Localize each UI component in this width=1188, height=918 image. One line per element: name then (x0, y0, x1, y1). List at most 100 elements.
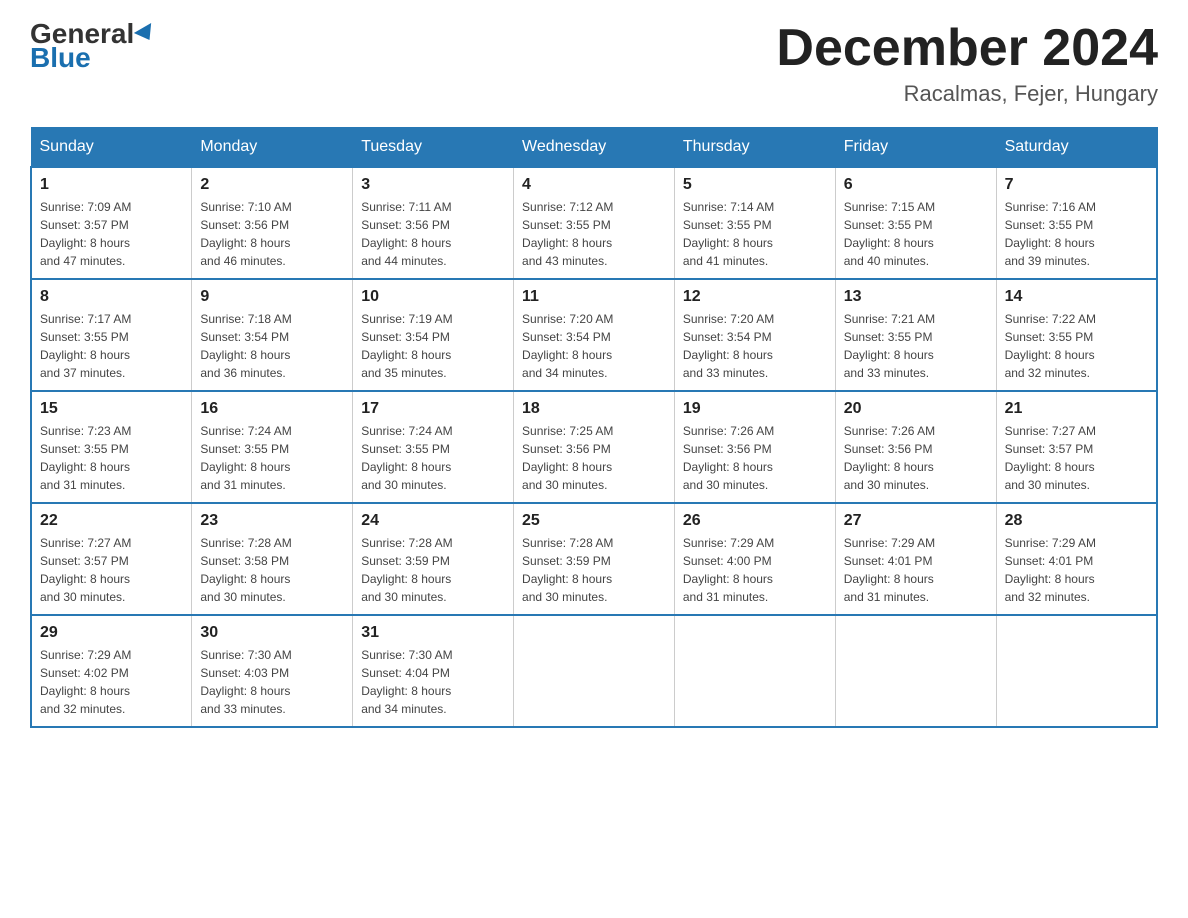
calendar-cell: 17 Sunrise: 7:24 AMSunset: 3:55 PMDayligh… (353, 391, 514, 503)
calendar-cell: 15Sunrise: 7:23 AMSunset: 3:55 PMDayligh… (31, 391, 192, 503)
day-header-friday: Friday (835, 128, 996, 168)
day-info: Sunrise: 7:29 AMSunset: 4:01 PMDaylight:… (844, 534, 988, 606)
day-header-sunday: Sunday (31, 128, 192, 168)
week-row-4: 22Sunrise: 7:27 AMSunset: 3:57 PMDayligh… (31, 503, 1157, 615)
calendar-cell: 4 Sunrise: 7:12 AMSunset: 3:55 PMDaylight… (514, 167, 675, 279)
calendar-cell: 29 Sunrise: 7:29 AMSunset: 4:02 PMDayligh… (31, 615, 192, 727)
day-info: Sunrise: 7:19 AMSunset: 3:54 PMDaylight:… (361, 310, 505, 382)
day-number: 6 (844, 176, 988, 194)
calendar-cell (674, 615, 835, 727)
day-header-thursday: Thursday (674, 128, 835, 168)
day-info: Sunrise: 7:26 AMSunset: 3:56 PMDaylight:… (844, 422, 988, 494)
calendar-cell: 5Sunrise: 7:14 AMSunset: 3:55 PMDaylight… (674, 167, 835, 279)
logo: General Blue (30, 20, 156, 72)
calendar-cell: 8 Sunrise: 7:17 AMSunset: 3:55 PMDaylight… (31, 279, 192, 391)
day-header-monday: Monday (192, 128, 353, 168)
day-number: 17 (361, 400, 505, 418)
day-info: Sunrise: 7:21 AMSunset: 3:55 PMDaylight:… (844, 310, 988, 382)
day-number: 31 (361, 624, 505, 642)
calendar-cell: 27 Sunrise: 7:29 AMSunset: 4:01 PMDayligh… (835, 503, 996, 615)
calendar-cell: 3 Sunrise: 7:11 AMSunset: 3:56 PMDaylight… (353, 167, 514, 279)
day-number: 23 (200, 512, 344, 530)
week-row-3: 15Sunrise: 7:23 AMSunset: 3:55 PMDayligh… (31, 391, 1157, 503)
day-number: 24 (361, 512, 505, 530)
calendar-cell: 13 Sunrise: 7:21 AMSunset: 3:55 PMDayligh… (835, 279, 996, 391)
calendar-cell: 20 Sunrise: 7:26 AMSunset: 3:56 PMDayligh… (835, 391, 996, 503)
calendar-cell: 10 Sunrise: 7:19 AMSunset: 3:54 PMDayligh… (353, 279, 514, 391)
page-header: General Blue December 2024 Racalmas, Fej… (30, 20, 1158, 107)
calendar-cell: 16 Sunrise: 7:24 AMSunset: 3:55 PMDayligh… (192, 391, 353, 503)
day-info: Sunrise: 7:23 AMSunset: 3:55 PMDaylight:… (40, 422, 183, 494)
day-info: Sunrise: 7:12 AMSunset: 3:55 PMDaylight:… (522, 198, 666, 270)
day-header-tuesday: Tuesday (353, 128, 514, 168)
day-number: 27 (844, 512, 988, 530)
day-number: 1 (40, 176, 183, 194)
day-info: Sunrise: 7:20 AMSunset: 3:54 PMDaylight:… (683, 310, 827, 382)
calendar-cell: 23 Sunrise: 7:28 AMSunset: 3:58 PMDayligh… (192, 503, 353, 615)
day-number: 26 (683, 512, 827, 530)
calendar-cell (835, 615, 996, 727)
day-number: 13 (844, 288, 988, 306)
day-info: Sunrise: 7:17 AMSunset: 3:55 PMDaylight:… (40, 310, 183, 382)
calendar-cell: 25 Sunrise: 7:28 AMSunset: 3:59 PMDayligh… (514, 503, 675, 615)
day-number: 12 (683, 288, 827, 306)
day-info: Sunrise: 7:28 AMSunset: 3:58 PMDaylight:… (200, 534, 344, 606)
day-number: 2 (200, 176, 344, 194)
day-number: 28 (1005, 512, 1148, 530)
calendar-cell: 9 Sunrise: 7:18 AMSunset: 3:54 PMDaylight… (192, 279, 353, 391)
calendar-cell: 2 Sunrise: 7:10 AMSunset: 3:56 PMDaylight… (192, 167, 353, 279)
day-number: 7 (1005, 176, 1148, 194)
day-number: 4 (522, 176, 666, 194)
day-number: 25 (522, 512, 666, 530)
calendar-cell: 28 Sunrise: 7:29 AMSunset: 4:01 PMDayligh… (996, 503, 1157, 615)
title-section: December 2024 Racalmas, Fejer, Hungary (776, 20, 1158, 107)
day-number: 29 (40, 624, 183, 642)
calendar-cell: 24 Sunrise: 7:28 AMSunset: 3:59 PMDayligh… (353, 503, 514, 615)
day-number: 20 (844, 400, 988, 418)
day-info: Sunrise: 7:18 AMSunset: 3:54 PMDaylight:… (200, 310, 344, 382)
day-info: Sunrise: 7:25 AMSunset: 3:56 PMDaylight:… (522, 422, 666, 494)
day-info: Sunrise: 7:11 AMSunset: 3:56 PMDaylight:… (361, 198, 505, 270)
day-number: 9 (200, 288, 344, 306)
calendar-cell: 12 Sunrise: 7:20 AMSunset: 3:54 PMDayligh… (674, 279, 835, 391)
location-text: Racalmas, Fejer, Hungary (776, 81, 1158, 107)
day-number: 22 (40, 512, 183, 530)
day-number: 18 (522, 400, 666, 418)
day-number: 19 (683, 400, 827, 418)
day-info: Sunrise: 7:14 AMSunset: 3:55 PMDaylight:… (683, 198, 827, 270)
calendar-cell: 30Sunrise: 7:30 AMSunset: 4:03 PMDayligh… (192, 615, 353, 727)
day-info: Sunrise: 7:16 AMSunset: 3:55 PMDaylight:… (1005, 198, 1148, 270)
day-info: Sunrise: 7:10 AMSunset: 3:56 PMDaylight:… (200, 198, 344, 270)
calendar-cell: 22Sunrise: 7:27 AMSunset: 3:57 PMDayligh… (31, 503, 192, 615)
header-row: SundayMondayTuesdayWednesdayThursdayFrid… (31, 128, 1157, 168)
day-number: 16 (200, 400, 344, 418)
day-info: Sunrise: 7:29 AMSunset: 4:00 PMDaylight:… (683, 534, 827, 606)
day-header-wednesday: Wednesday (514, 128, 675, 168)
day-info: Sunrise: 7:24 AMSunset: 3:55 PMDaylight:… (361, 422, 505, 494)
month-title: December 2024 (776, 20, 1158, 77)
day-info: Sunrise: 7:28 AMSunset: 3:59 PMDaylight:… (522, 534, 666, 606)
calendar-cell: 6 Sunrise: 7:15 AMSunset: 3:55 PMDaylight… (835, 167, 996, 279)
day-header-saturday: Saturday (996, 128, 1157, 168)
calendar-cell: 14Sunrise: 7:22 AMSunset: 3:55 PMDayligh… (996, 279, 1157, 391)
day-info: Sunrise: 7:22 AMSunset: 3:55 PMDaylight:… (1005, 310, 1148, 382)
logo-blue-text: Blue (30, 44, 91, 72)
calendar-cell: 26 Sunrise: 7:29 AMSunset: 4:00 PMDayligh… (674, 503, 835, 615)
day-info: Sunrise: 7:24 AMSunset: 3:55 PMDaylight:… (200, 422, 344, 494)
day-info: Sunrise: 7:29 AMSunset: 4:01 PMDaylight:… (1005, 534, 1148, 606)
calendar-cell: 1Sunrise: 7:09 AMSunset: 3:57 PMDaylight… (31, 167, 192, 279)
day-number: 10 (361, 288, 505, 306)
day-info: Sunrise: 7:28 AMSunset: 3:59 PMDaylight:… (361, 534, 505, 606)
week-row-2: 8 Sunrise: 7:17 AMSunset: 3:55 PMDaylight… (31, 279, 1157, 391)
day-number: 21 (1005, 400, 1148, 418)
day-info: Sunrise: 7:30 AMSunset: 4:04 PMDaylight:… (361, 646, 505, 718)
day-number: 30 (200, 624, 344, 642)
calendar-cell (514, 615, 675, 727)
day-info: Sunrise: 7:15 AMSunset: 3:55 PMDaylight:… (844, 198, 988, 270)
logo-triangle-icon (134, 23, 158, 45)
calendar-cell: 7 Sunrise: 7:16 AMSunset: 3:55 PMDaylight… (996, 167, 1157, 279)
calendar-cell: 31 Sunrise: 7:30 AMSunset: 4:04 PMDayligh… (353, 615, 514, 727)
day-number: 8 (40, 288, 183, 306)
day-number: 3 (361, 176, 505, 194)
day-info: Sunrise: 7:29 AMSunset: 4:02 PMDaylight:… (40, 646, 183, 718)
